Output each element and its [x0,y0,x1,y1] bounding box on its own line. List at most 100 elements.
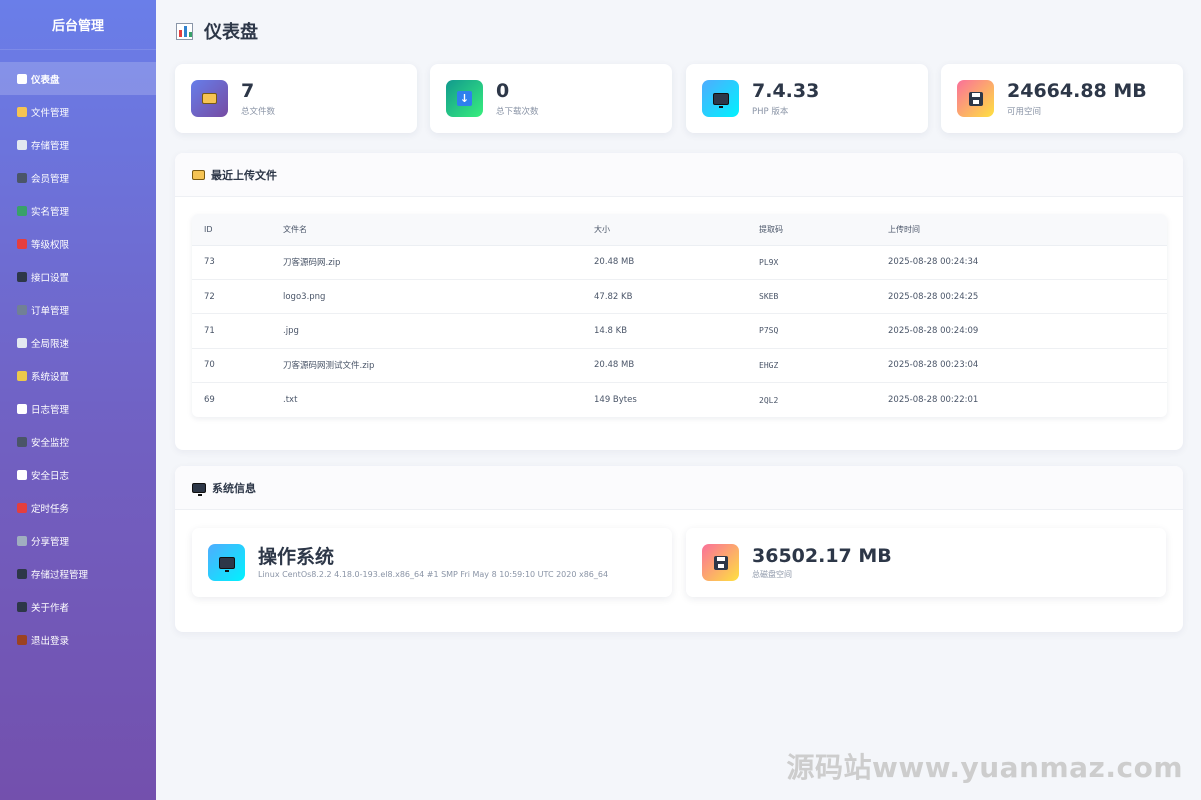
sidebar-item-label: 文件管理 [31,107,70,119]
door-icon [17,634,27,645]
sidebar-item-6[interactable]: 接口设置 [0,260,156,293]
sidebar-item-label: 接口设置 [31,272,70,284]
sidebar-item-1[interactable]: 文件管理 [0,95,156,128]
stat-label: 总文件数 [241,106,276,117]
sidebar-item-11[interactable]: 安全监控 [0,425,156,458]
sidebar-nav: 仪表盘文件管理存储管理 会员管理实名管理等级权限接口设置订单管理全局限速系统设置日… [0,62,156,656]
disk-icon [713,555,728,570]
disk-icon [968,91,983,106]
os-value: 操作系统 [258,546,335,568]
page-title: 仪表盘 [204,22,258,43]
table-row: 70 刀客源码网测试文件.zip 20.48 MB EHGZ 2025-08-28 00… [192,348,1167,384]
stat-label: 可用空间 [1007,106,1042,117]
stat-label: 总下载次数 [496,106,539,117]
table-cell: 2025-08-28 00:23:04 [888,348,1167,384]
sidebar-item-3[interactable]: 会员管理 [0,161,156,194]
column-header: 提取码 [759,214,888,246]
brand-title: 后台管理 [0,0,156,50]
sidebar-item-label: 安全日志 [31,470,70,482]
stat-badge [957,80,994,117]
sidebar-item-label: 订单管理 [31,305,70,317]
table-cell: 69 [204,395,215,405]
sidebar-item-label: 全局限速 [31,338,70,350]
sidebar-item-5[interactable]: 等级权限 [0,227,156,260]
sidebar-item-12[interactable]: 安全日志 [0,458,156,491]
table-cell: 刀客源码网测试文件.zip [283,348,594,384]
disk-label: 总磁盘空间 [752,570,792,579]
table-row: 69 .txt 149 Bytes 2QL2 2025-08-28 00:22:01 [192,383,1167,417]
column-header: 上传时间 [888,214,1167,246]
table-cell: 2QL2 [759,395,779,405]
shield-icon [17,238,27,249]
stat-card-files: 7 总文件数 [175,64,417,133]
table-cell: 20.48 MB [594,348,759,384]
sidebar-item-14[interactable]: 分享管理 [0,524,156,557]
column-header: 文件名 [283,214,594,246]
document-icon [17,403,27,414]
table-cell: 2025-08-28 00:24:09 [888,313,1167,349]
sidebar-item-10[interactable]: 日志管理 [0,392,156,425]
sidebar-item-17[interactable]: 退出登录 [0,623,156,656]
sidebar-item-label: 关于作者 [31,602,70,614]
sidebar-item-label: 分享管理 [31,536,70,548]
system-info-panel: 系统信息 操作系统 Linux CentOs8.2.2 4.18.0-193.e… [175,466,1183,632]
sidebar-item-label: 定时任务 [31,503,70,515]
table-cell: 14.8 KB [594,313,759,349]
bar-chart-icon [176,22,193,40]
pencil-icon [17,370,27,381]
table-cell: .txt [283,395,298,405]
sidebar-item-4[interactable]: 实名管理 [0,194,156,227]
stat-card-php: 7.4.33 PHP 版本 [686,64,928,133]
disk-info-card: 36502.17 MB 总磁盘空间 [686,528,1166,597]
stat-badge [191,80,228,117]
sidebar-item-label: 实名管理 [31,206,70,218]
check-icon [17,205,27,216]
sidebar-item-7[interactable]: 订单管理 [0,293,156,326]
document-icon [17,469,27,480]
sidebar-item-label: 等级权限 [31,239,70,251]
table-row: 72 logo3.png 47.82 KB SKEB 2025-08-28 00:24:… [192,279,1167,315]
sidebar-item-15[interactable]: 存储过程管理 [0,557,156,590]
link-icon [17,535,27,546]
storage-icon [17,139,27,150]
alarm-icon [17,502,27,513]
plug-icon [17,271,27,282]
sidebar-item-0[interactable]: 仪表盘 [0,62,156,95]
sidebar-item-2[interactable]: 存储管理 [0,128,156,161]
table-cell: P7SQ [759,313,888,349]
table-header-row: ID 文件名 大小 提取码 上传时间 [192,214,1167,246]
sidebar-item-label: 存储过程管理 [31,569,89,581]
os-detail: Linux CentOs8.2.2 4.18.0-193.el8.x86_64 … [258,570,609,579]
table-cell: 70 [192,348,283,384]
panel-header: 系统信息 [175,466,1183,510]
panel-header: 最近上传文件 [175,153,1183,197]
panel-title: 最近上传文件 [211,168,277,182]
sidebar-item-9[interactable]: 系统设置 [0,359,156,392]
sidebar-item-16[interactable]: 关于作者 [0,590,156,623]
os-info-card: 操作系统 Linux CentOs8.2.2 4.18.0-193.el8.x8… [192,528,672,597]
stat-value: 24664.88 MB [1007,79,1147,102]
chart-icon [17,73,27,84]
monitor-icon [192,482,206,496]
monitor-icon [218,556,235,572]
stat-card-space: 24664.88 MB 可用空间 [941,64,1183,133]
table-cell: 2025-08-28 00:24:25 [888,279,1167,315]
folder-icon [192,169,205,180]
sidebar-item-label: 退出登录 [31,635,70,647]
stat-value: 7.4.33 [752,79,820,102]
stat-label: PHP 版本 [752,106,789,117]
sidebar-item-13[interactable]: 定时任务 [0,491,156,524]
column-header: 大小 [594,214,759,246]
table-cell: logo3.png [283,279,594,315]
table-cell: EHGZ [759,348,888,384]
stat-badge: ↓ [446,80,483,117]
column-header: ID [192,214,283,246]
rocket-icon [17,337,27,348]
table-cell: 72 [192,279,283,315]
table-cell: 71 [192,313,283,349]
laptop-icon [17,568,27,579]
sidebar: 后台管理 仪表盘文件管理存储管理 会员管理实名管理等级权限接口设置订单管理全局限速… [0,0,156,800]
sidebar-item-8[interactable]: 全局限速 [0,326,156,359]
folder-icon [202,93,217,104]
cart-icon [17,304,27,315]
